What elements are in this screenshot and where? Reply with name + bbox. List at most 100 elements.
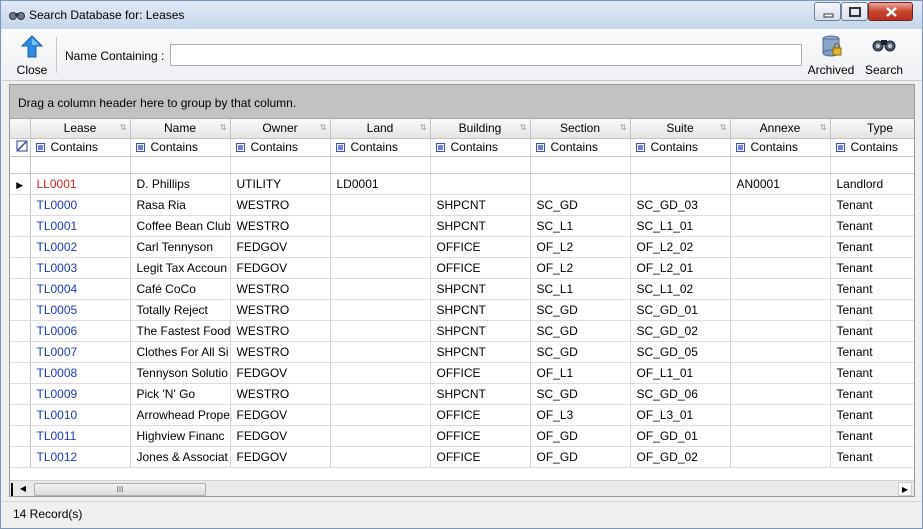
- cell-suite[interactable]: OF_L2_01: [630, 257, 731, 279]
- cell-owner[interactable]: WESTRO: [230, 278, 331, 300]
- column-header-name[interactable]: Name ⇅: [130, 119, 231, 139]
- filter-value-cell[interactable]: [130, 156, 231, 174]
- filter-operator-icon[interactable]: [235, 143, 245, 152]
- cell-type[interactable]: Tenant: [830, 341, 914, 363]
- cell-owner[interactable]: FEDGOV: [230, 425, 331, 447]
- cell-owner[interactable]: FEDGOV: [230, 404, 331, 426]
- cell-annexe[interactable]: [730, 299, 831, 321]
- maximize-button[interactable]: [841, 2, 868, 21]
- cell-land[interactable]: [330, 362, 431, 384]
- cell-type[interactable]: Tenant: [830, 320, 914, 342]
- cell-building[interactable]: SHPCNT: [430, 383, 531, 405]
- cell-suite[interactable]: SC_GD_05: [630, 341, 731, 363]
- filter-operator-icon[interactable]: [335, 143, 345, 152]
- cell-section[interactable]: OF_GD: [530, 446, 631, 468]
- filter-value-cell[interactable]: [30, 156, 131, 174]
- cell-type[interactable]: Tenant: [830, 446, 914, 468]
- table-row[interactable]: TL0005 Totally Reject WESTRO SHPCNT SC_GD SC_…: [10, 299, 914, 321]
- row-indicator[interactable]: [10, 194, 31, 216]
- cell-building[interactable]: SHPCNT: [430, 194, 531, 216]
- cell-owner[interactable]: FEDGOV: [230, 362, 331, 384]
- cell-type[interactable]: Tenant: [830, 404, 914, 426]
- cell-type[interactable]: Tenant: [830, 383, 914, 405]
- filter-cell-section[interactable]: Contains: [530, 138, 631, 157]
- filter-cell-suite[interactable]: Contains: [630, 138, 731, 157]
- cell-lease[interactable]: LL0001: [30, 173, 131, 195]
- table-row[interactable]: TL0008 Tennyson Solutio FEDGOV OFFICE OF_L1 O…: [10, 362, 914, 384]
- cell-suite[interactable]: OF_GD_02: [630, 446, 731, 468]
- cell-section[interactable]: OF_L3: [530, 404, 631, 426]
- cell-land[interactable]: [330, 341, 431, 363]
- cell-suite[interactable]: SC_GD_06: [630, 383, 731, 405]
- cell-building[interactable]: OFFICE: [430, 236, 531, 258]
- cell-type[interactable]: Tenant: [830, 215, 914, 237]
- cell-name[interactable]: Café CoCo: [130, 278, 231, 300]
- cell-annexe[interactable]: [730, 236, 831, 258]
- cell-lease[interactable]: TL0007: [30, 341, 131, 363]
- filter-operator-icon[interactable]: [835, 143, 845, 152]
- cell-lease[interactable]: TL0005: [30, 299, 131, 321]
- cell-type[interactable]: Tenant: [830, 236, 914, 258]
- cell-name[interactable]: Legit Tax Accoun: [130, 257, 231, 279]
- cell-section[interactable]: SC_GD: [530, 194, 631, 216]
- cell-land[interactable]: [330, 257, 431, 279]
- cell-owner[interactable]: WESTRO: [230, 383, 331, 405]
- cell-suite[interactable]: OF_L3_01: [630, 404, 731, 426]
- filter-value-cell[interactable]: [630, 156, 731, 174]
- table-row[interactable]: TL0004 Café CoCo WESTRO SHPCNT SC_L1 SC_L1_02…: [10, 278, 914, 300]
- filter-cell-building[interactable]: Contains: [430, 138, 531, 157]
- scroll-thumb[interactable]: III: [34, 483, 206, 496]
- column-header-land[interactable]: Land ⇅: [330, 119, 431, 139]
- cell-annexe[interactable]: [730, 278, 831, 300]
- scroll-right-button[interactable]: ▶: [898, 482, 912, 496]
- cell-suite[interactable]: [630, 173, 731, 195]
- column-header-owner[interactable]: Owner ⇅: [230, 119, 331, 139]
- cell-annexe[interactable]: [730, 320, 831, 342]
- cell-building[interactable]: OFFICE: [430, 257, 531, 279]
- row-indicator[interactable]: [10, 236, 31, 258]
- cell-section[interactable]: OF_L1: [530, 362, 631, 384]
- column-header-building[interactable]: Building ⇅: [430, 119, 531, 139]
- cell-name[interactable]: D. Phillips: [130, 173, 231, 195]
- filter-cell-owner[interactable]: Contains: [230, 138, 331, 157]
- filter-value-cell[interactable]: [830, 156, 914, 174]
- cell-name[interactable]: Arrowhead Prope: [130, 404, 231, 426]
- horizontal-scrollbar[interactable]: ◀ III ▶: [10, 480, 914, 496]
- table-row[interactable]: TL0009 Pick 'N' Go WESTRO SHPCNT SC_GD SC_GD_…: [10, 383, 914, 405]
- cell-owner[interactable]: UTILITY: [230, 173, 331, 195]
- table-row[interactable]: TL0001 Coffee Bean Club WESTRO SHPCNT SC_L1 S…: [10, 215, 914, 237]
- filter-row-indicator[interactable]: [10, 138, 31, 157]
- cell-land[interactable]: [330, 320, 431, 342]
- filter-cell-type[interactable]: Contains: [830, 138, 914, 157]
- cell-lease[interactable]: TL0009: [30, 383, 131, 405]
- cell-building[interactable]: SHPCNT: [430, 320, 531, 342]
- cell-section[interactable]: OF_L2: [530, 236, 631, 258]
- cell-land[interactable]: [330, 383, 431, 405]
- row-indicator[interactable]: [10, 278, 31, 300]
- row-indicator[interactable]: [10, 341, 31, 363]
- cell-owner[interactable]: FEDGOV: [230, 257, 331, 279]
- cell-building[interactable]: SHPCNT: [430, 215, 531, 237]
- name-containing-input[interactable]: [170, 44, 802, 66]
- cell-section[interactable]: OF_GD: [530, 425, 631, 447]
- row-indicator[interactable]: [10, 383, 31, 405]
- cell-lease[interactable]: TL0000: [30, 194, 131, 216]
- table-row[interactable]: ▶ LL0001 D. Phillips UTILITY LD0001 AN0001 Lan…: [10, 173, 914, 195]
- cell-name[interactable]: Clothes For All Si: [130, 341, 231, 363]
- cell-owner[interactable]: WESTRO: [230, 341, 331, 363]
- row-indicator[interactable]: [10, 404, 31, 426]
- cell-annexe[interactable]: [730, 425, 831, 447]
- cell-lease[interactable]: TL0006: [30, 320, 131, 342]
- column-header-type[interactable]: Type: [830, 119, 914, 139]
- cell-suite[interactable]: OF_L2_02: [630, 236, 731, 258]
- cell-land[interactable]: [330, 299, 431, 321]
- cell-suite[interactable]: SC_L1_02: [630, 278, 731, 300]
- cell-building[interactable]: OFFICE: [430, 425, 531, 447]
- cell-lease[interactable]: TL0008: [30, 362, 131, 384]
- cell-lease[interactable]: TL0003: [30, 257, 131, 279]
- filter-operator-icon[interactable]: [135, 143, 145, 152]
- cell-owner[interactable]: WESTRO: [230, 299, 331, 321]
- cell-building[interactable]: SHPCNT: [430, 278, 531, 300]
- cell-section[interactable]: SC_GD: [530, 383, 631, 405]
- cell-name[interactable]: Highview Financ: [130, 425, 231, 447]
